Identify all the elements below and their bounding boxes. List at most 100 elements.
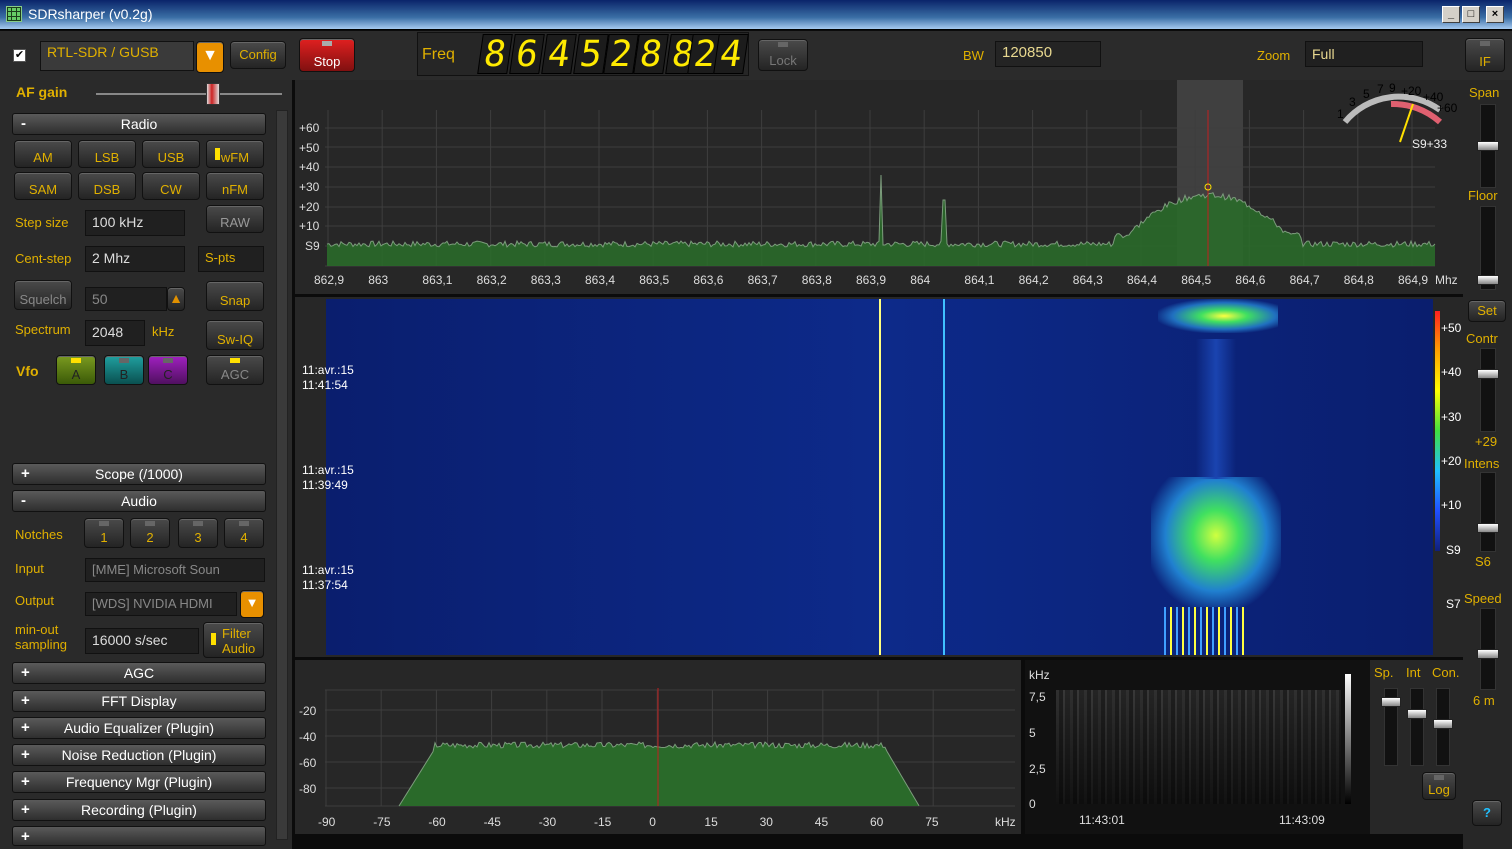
af-gain-slider[interactable]: [96, 83, 282, 105]
spectrum-panel[interactable]: +60 +50 +40 +30 +20 +10 S9 862,9 863 863,1…: [295, 80, 1463, 294]
config-button[interactable]: Config: [230, 41, 286, 69]
con-slider-knob[interactable]: [1433, 719, 1453, 729]
audio-wf-y-tick: 7,5: [1029, 690, 1046, 704]
mode-sam-button[interactable]: SAM: [14, 172, 72, 200]
mode-dsb-button[interactable]: DSB: [78, 172, 136, 200]
freq-digit-2[interactable]: 6: [509, 34, 545, 75]
waterfall-panel[interactable]: 11:avr.:15 11:41:54 11:avr.:15 11:39:49 11…: [295, 297, 1463, 657]
contrast-slider[interactable]: [1477, 348, 1499, 432]
notch-1-button[interactable]: 1: [84, 518, 124, 548]
squelch-value-field[interactable]: 50: [85, 287, 167, 311]
step-size-label: Step size: [15, 215, 69, 230]
intensity-slider-knob[interactable]: [1477, 523, 1499, 533]
audio-section-header[interactable]: - Audio: [12, 490, 266, 512]
audio-output-select[interactable]: [WDS] NVIDIA HDMI: [85, 592, 237, 616]
vfo-c-button[interactable]: C: [148, 355, 188, 385]
spectrum-size-field[interactable]: 2048: [85, 320, 145, 346]
noise-reduction-section-header[interactable]: + Noise Reduction (Plugin): [12, 744, 266, 766]
maximize-button[interactable]: □: [1462, 6, 1480, 23]
sampling-rate-field[interactable]: 16000 s/sec: [85, 628, 199, 654]
spectrum-plot[interactable]: +60 +50 +40 +30 +20 +10 S9 862,9 863 863,1…: [295, 80, 1463, 294]
mode-wfm-button[interactable]: wFM: [206, 140, 264, 168]
left-scrollbar[interactable]: [276, 110, 288, 840]
intensity-slider[interactable]: [1477, 472, 1499, 552]
vfo-a-label: A: [71, 367, 81, 382]
timestamp-time: 11:41:54: [302, 378, 348, 392]
squelch-button[interactable]: Squelch: [14, 280, 72, 310]
device-dropdown-arrow-icon[interactable]: ▼: [196, 41, 224, 73]
speed-slider-knob[interactable]: [1477, 649, 1499, 659]
freq-digit-9[interactable]: 4: [713, 34, 749, 75]
audio-x-tick: 15: [704, 815, 718, 829]
sp-slider[interactable]: [1381, 688, 1401, 766]
bandwidth-field[interactable]: 120850: [995, 41, 1101, 67]
step-size-field[interactable]: 100 kHz: [85, 210, 185, 236]
raw-button[interactable]: RAW: [206, 205, 264, 233]
snap-button[interactable]: Snap: [206, 281, 264, 311]
span-slider-knob[interactable]: [1477, 141, 1499, 151]
agc-toggle-button[interactable]: AGC: [206, 355, 264, 385]
device-enable-checkbox[interactable]: ✔: [13, 49, 26, 62]
filter-label: Filter: [222, 626, 251, 641]
audio-equalizer-section-header[interactable]: + Audio Equalizer (Plugin): [12, 717, 266, 739]
af-gain-knob[interactable]: [206, 83, 220, 105]
mode-nfm-button[interactable]: nFM: [206, 172, 264, 200]
agc-section-header[interactable]: + AGC: [12, 662, 266, 684]
stop-button[interactable]: Stop: [299, 38, 355, 72]
sp-slider-knob[interactable]: [1381, 697, 1401, 707]
waterfall-display[interactable]: [326, 299, 1433, 655]
mode-am-button[interactable]: AM: [14, 140, 72, 168]
speed-slider[interactable]: [1477, 608, 1499, 690]
mode-usb-button[interactable]: USB: [142, 140, 200, 168]
close-button[interactable]: ×: [1486, 6, 1504, 23]
floor-slider-knob[interactable]: [1477, 275, 1499, 285]
audio-input-select[interactable]: [MME] Microsoft Soun: [85, 558, 265, 582]
frequency-mgr-section-header[interactable]: + Frequency Mgr (Plugin): [12, 771, 266, 793]
audio-x-tick: -90: [318, 815, 336, 829]
freq-digit-3[interactable]: 4: [541, 34, 577, 75]
audio-waterfall-panel[interactable]: kHz 7,5 5 2,5 0 11:43:01 11:43:09: [1025, 660, 1370, 834]
mode-lsb-button[interactable]: LSB: [78, 140, 136, 168]
spec-y-tick: +50: [299, 141, 320, 155]
notch-3-button[interactable]: 3: [178, 518, 218, 548]
swiq-button[interactable]: Sw-IQ: [206, 320, 264, 350]
if-button[interactable]: IF: [1465, 38, 1505, 72]
floor-slider[interactable]: [1477, 206, 1499, 290]
mode-cw-button[interactable]: CW: [142, 172, 200, 200]
vfo-b-button[interactable]: B: [104, 355, 144, 385]
audio-waterfall-display[interactable]: [1056, 690, 1341, 804]
freq-digit-1[interactable]: 8: [477, 34, 513, 75]
more-section-header[interactable]: +: [12, 826, 266, 846]
cent-step-field[interactable]: 2 Mhz: [85, 246, 185, 272]
vfo-a-button[interactable]: A: [56, 355, 96, 385]
scope-section-header[interactable]: + Scope (/1000): [12, 463, 266, 485]
contrast-slider-knob[interactable]: [1477, 369, 1499, 379]
int-slider-knob[interactable]: [1407, 709, 1427, 719]
set-button[interactable]: Set: [1468, 300, 1506, 322]
freq-digit-6[interactable]: 8: [633, 34, 669, 75]
span-slider[interactable]: [1477, 104, 1499, 188]
audio-x-tick: -45: [484, 815, 502, 829]
scope-section-title: Scope (/1000): [95, 466, 183, 482]
con-slider[interactable]: [1433, 688, 1453, 766]
spec-x-tick: 864,6: [1235, 273, 1265, 287]
audio-spectrum-panel[interactable]: -20 -40 -60 -80 -90 -75 -60 -45 -30 -15 0 15 30 4…: [295, 660, 1021, 834]
lock-button[interactable]: Lock: [758, 39, 808, 71]
audio-x-tick: 0: [649, 815, 656, 829]
squelch-up-arrow-icon[interactable]: ▲: [167, 287, 185, 311]
notch-4-button[interactable]: 4: [224, 518, 264, 548]
radio-section-header[interactable]: - Radio: [12, 113, 266, 135]
device-select[interactable]: RTL-SDR / GUSB: [40, 41, 194, 71]
help-button[interactable]: ?: [1472, 800, 1502, 826]
recording-section-header[interactable]: + Recording (Plugin): [12, 799, 266, 821]
fft-display-section-header[interactable]: + FFT Display: [12, 690, 266, 712]
output-dropdown-arrow-icon[interactable]: ▼: [240, 590, 264, 618]
log-button[interactable]: Log: [1422, 772, 1456, 800]
notch-2-button[interactable]: 2: [130, 518, 170, 548]
filter-audio-button[interactable]: Filter Audio: [203, 622, 264, 658]
s-pts-field[interactable]: S-pts: [198, 246, 264, 272]
int-slider[interactable]: [1407, 688, 1427, 766]
audio-spectrum-plot[interactable]: -20 -40 -60 -80 -90 -75 -60 -45 -30 -15 0 15 30 4…: [295, 660, 1021, 834]
minimize-button[interactable]: _: [1442, 6, 1460, 23]
zoom-field[interactable]: Full: [1305, 41, 1423, 67]
